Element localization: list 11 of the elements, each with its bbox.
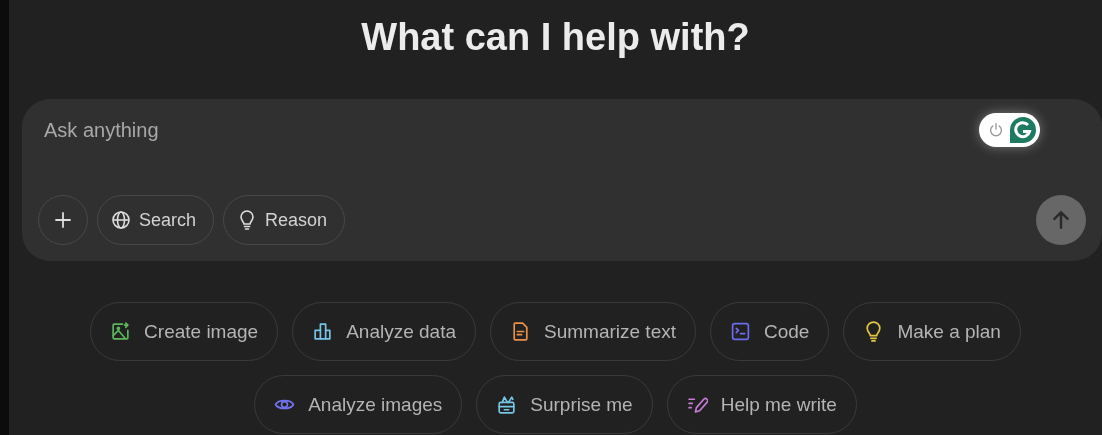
reason-button[interactable]: Reason xyxy=(223,195,346,245)
plus-icon xyxy=(53,210,73,230)
logo-icon xyxy=(1009,116,1037,144)
attach-button[interactable] xyxy=(38,195,88,245)
arrow-up-icon xyxy=(1050,209,1072,231)
extension-toggle[interactable] xyxy=(979,113,1040,147)
power-icon xyxy=(987,121,1005,139)
prompt-input[interactable]: Ask anything xyxy=(38,114,650,146)
search-button[interactable]: Search xyxy=(97,195,215,245)
page-heading: What can I help with? xyxy=(361,15,750,60)
globe-icon xyxy=(111,210,131,230)
